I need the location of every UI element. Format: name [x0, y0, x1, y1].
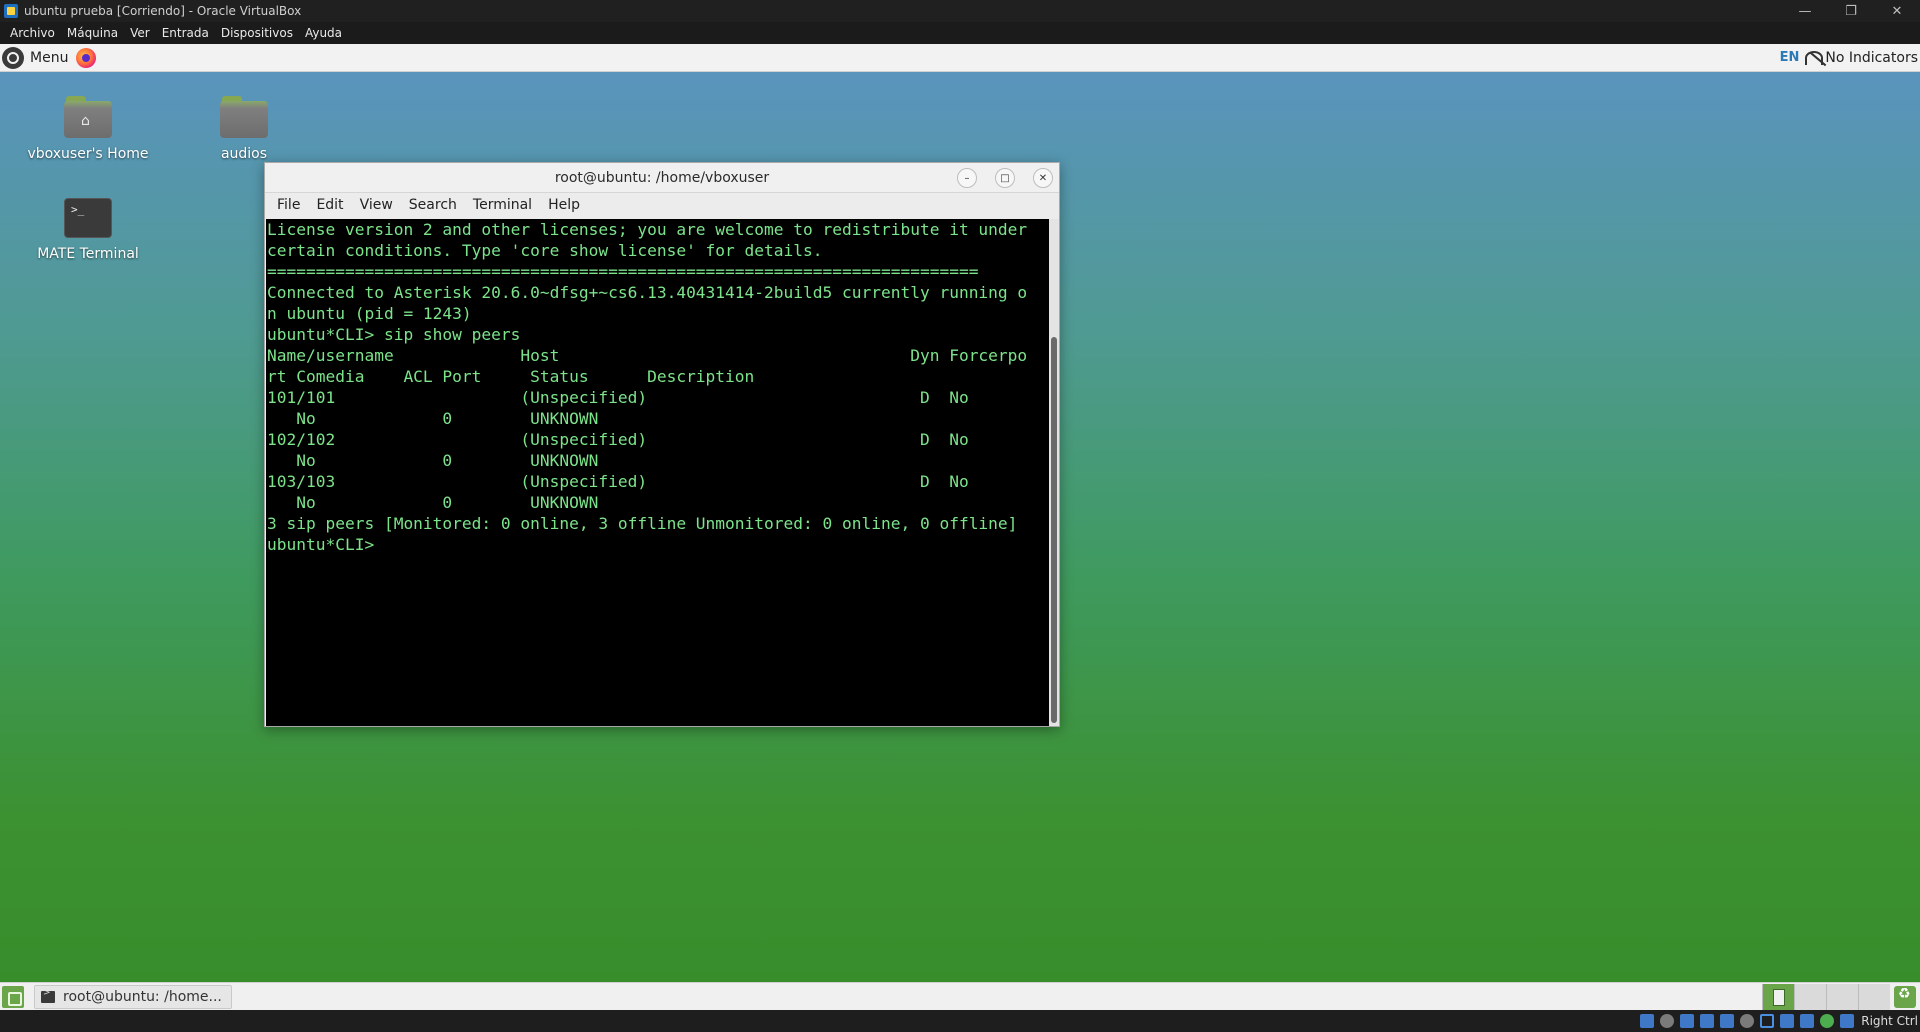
desktop-icon-label: MATE Terminal [37, 246, 139, 262]
optical-drive-icon[interactable] [1660, 1014, 1675, 1028]
terminal-line: 103/103 (Unspecified) D No [267, 472, 969, 491]
video-capture-icon[interactable] [1780, 1014, 1795, 1028]
terminal-line: No 0 UNKNOWN [267, 409, 599, 428]
bottom-panel: root@ubuntu: /home... [0, 982, 1920, 1010]
workspace-4[interactable] [1858, 983, 1890, 1010]
virtualbox-icon [4, 4, 18, 18]
terminal-title: root@ubuntu: /home/vboxuser [554, 169, 770, 186]
terminal-scrollbar[interactable] [1049, 219, 1059, 726]
desktop-icon-mate-terminal[interactable]: >_ MATE Terminal [18, 198, 158, 262]
terminal-window: root@ubuntu: /home/vboxuser – □ ✕ File E… [264, 162, 1060, 727]
terminal-line: Connected to Asterisk 20.6.0~dfsg+~cs6.1… [267, 283, 1028, 302]
top-panel: Menu EN No Indicators [0, 44, 1920, 72]
menu-ayuda[interactable]: Ayuda [299, 26, 348, 40]
terminal-line: certain conditions. Type 'core show lice… [267, 241, 823, 260]
terminal-line: 3 sip peers [Monitored: 0 online, 3 offl… [267, 514, 1018, 533]
menu-ver[interactable]: Ver [124, 26, 156, 40]
main-menu-button[interactable]: Menu [30, 50, 68, 66]
terminal-line: Name/username Host Dyn Forcerpo [267, 346, 1028, 365]
guest-desktop: Menu EN No Indicators ⌂ vboxuser's Home … [0, 44, 1920, 1010]
workspace-switcher [1762, 983, 1890, 1010]
minimize-button[interactable]: — [1782, 0, 1828, 22]
terminal-line: 102/102 (Unspecified) D No [267, 430, 969, 449]
restore-button[interactable]: ❐ [1828, 0, 1874, 22]
terminal-close-button[interactable]: ✕ [1033, 168, 1053, 188]
indicators-label[interactable]: No Indicators [1825, 50, 1918, 66]
audio-icon[interactable] [1680, 1014, 1695, 1028]
desktop-icon-label: vboxuser's Home [27, 146, 149, 162]
terminal-prompt: ubuntu*CLI> [267, 535, 384, 554]
workspace-1[interactable] [1762, 983, 1794, 1010]
virtualbox-statusbar: Right Ctrl [0, 1010, 1920, 1032]
virtualbox-titlebar: ubuntu prueba [Corriendo] - Oracle Virtu… [0, 0, 1920, 22]
terminal-icon [41, 988, 55, 1003]
desktop-icon-audios[interactable]: audios [174, 96, 314, 162]
terminal-line: ========================================… [267, 262, 979, 281]
taskbar-button-terminal[interactable]: root@ubuntu: /home... [34, 984, 232, 1009]
menu-maquina[interactable]: Máquina [61, 26, 124, 40]
terminal-menu-edit[interactable]: Edit [308, 197, 351, 213]
terminal-menu-terminal[interactable]: Terminal [465, 197, 540, 213]
taskbar-button-label: root@ubuntu: /home... [63, 988, 222, 1005]
terminal-menu-help[interactable]: Help [540, 197, 588, 213]
display-icon[interactable] [1760, 1014, 1775, 1028]
terminal-line: No 0 UNKNOWN [267, 451, 599, 470]
folder-icon [220, 96, 268, 138]
home-icon: ⌂ [81, 113, 90, 129]
scrollbar-thumb[interactable] [1051, 337, 1057, 723]
keyboard-layout-indicator[interactable]: EN [1780, 50, 1800, 65]
firefox-icon[interactable] [76, 47, 97, 68]
terminal-output[interactable]: License version 2 and other licenses; yo… [266, 219, 1049, 726]
terminal-maximize-button[interactable]: □ [995, 168, 1015, 188]
virtualization-icon[interactable] [1800, 1014, 1815, 1028]
network-icon[interactable] [1700, 1014, 1715, 1028]
desktop-icon-label: audios [220, 146, 268, 162]
menu-archivo[interactable]: Archivo [4, 26, 61, 40]
guest-additions-icon[interactable] [1820, 1014, 1835, 1028]
ubuntu-menu-icon[interactable] [2, 46, 24, 69]
terminal-minimize-button[interactable]: – [957, 168, 977, 188]
desktop-icon-home[interactable]: ⌂ vboxuser's Home [18, 96, 158, 162]
virtualbox-menubar: Archivo Máquina Ver Entrada Dispositivos… [0, 22, 1920, 44]
usb-icon[interactable] [1720, 1014, 1735, 1028]
window-title: ubuntu prueba [Corriendo] - Oracle Virtu… [24, 4, 302, 18]
terminal-line: rt Comedia ACL Port Status Description [267, 367, 755, 386]
no-network-icon[interactable] [1805, 50, 1824, 65]
terminal-line: n ubuntu (pid = 1243) [267, 304, 472, 323]
workspace-3[interactable] [1826, 983, 1858, 1010]
terminal-line: 101/101 (Unspecified) D No [267, 388, 969, 407]
home-folder-icon: ⌂ [64, 96, 112, 138]
terminal-menu-search[interactable]: Search [401, 197, 465, 213]
host-key-label: Right Ctrl [1861, 1014, 1918, 1028]
terminal-menu-file[interactable]: File [269, 197, 308, 213]
terminal-menu-view[interactable]: View [352, 197, 401, 213]
workspace-2[interactable] [1794, 983, 1826, 1010]
menu-entrada[interactable]: Entrada [156, 26, 215, 40]
trash-icon[interactable] [1894, 985, 1916, 1008]
terminal-line: ubuntu*CLI> sip show peers [267, 325, 521, 344]
terminal-icon: >_ [64, 198, 112, 238]
terminal-line: License version 2 and other licenses; yo… [267, 220, 1028, 239]
hard-disk-icon[interactable] [1640, 1014, 1655, 1028]
menu-dispositivos[interactable]: Dispositivos [215, 26, 299, 40]
terminal-titlebar[interactable]: root@ubuntu: /home/vboxuser – □ ✕ [265, 163, 1059, 193]
show-desktop-icon[interactable] [2, 985, 24, 1008]
close-button[interactable]: ✕ [1874, 0, 1920, 22]
terminal-line: No 0 UNKNOWN [267, 493, 599, 512]
keyboard-capture-icon[interactable] [1840, 1014, 1855, 1028]
terminal-menubar: File Edit View Search Terminal Help [265, 193, 1059, 217]
shared-folders-icon[interactable] [1740, 1014, 1755, 1028]
